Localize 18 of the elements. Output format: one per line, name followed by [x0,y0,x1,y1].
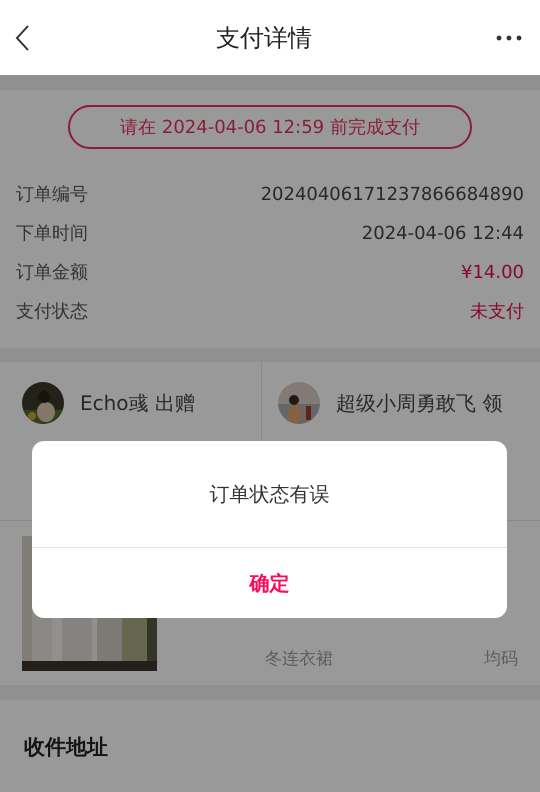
field-value: 20240406171237866684890 [260,183,524,207]
field-label: 支付状态 [16,300,88,324]
section-title: 收件地址 [24,735,108,759]
deadline-notice: 请在 2024-04-06 12:59 前完成支付 [68,105,472,149]
product-name: 冬连衣裙 [265,648,333,670]
participant-name: Echo彧 出赠 [80,390,195,417]
field-value: 2024-04-06 12:44 [362,222,524,246]
page-title: 支付详情 [216,22,312,54]
field-value: 未支付 [470,300,524,324]
confirm-button[interactable]: 确定 [32,548,507,618]
dialog-message: 订单状态有误 [210,480,330,508]
field-label: 订单编号 [16,183,88,207]
more-icon[interactable] [496,34,522,42]
participant-name: 超级小周勇敢飞 领 [336,390,502,417]
field-label: 下单时间 [16,222,88,246]
field-label: 订单金额 [16,261,88,285]
field-value: ¥14.00 [461,261,524,285]
product-size: 均码 [484,648,518,670]
